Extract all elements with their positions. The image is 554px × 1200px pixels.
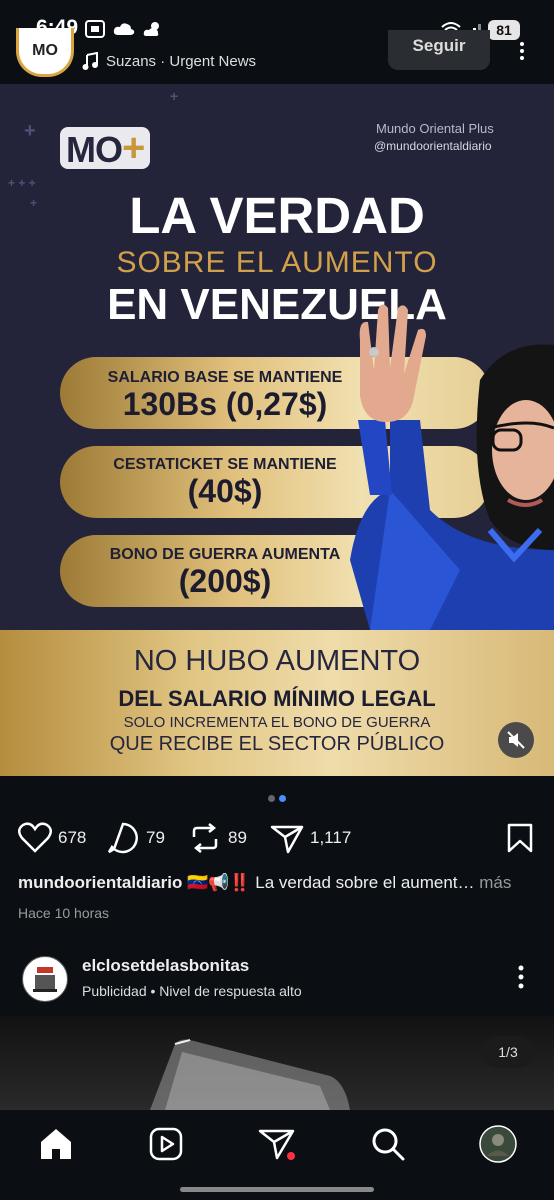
brand-logo-plus: + <box>122 126 146 170</box>
weather-icon <box>143 22 159 36</box>
post-timestamp: Hace 10 horas <box>18 905 110 921</box>
save-action[interactable] <box>506 818 534 858</box>
next-post-username[interactable]: elclosetdelasbonitas <box>82 956 249 976</box>
repost-icon <box>192 823 218 853</box>
audio-track[interactable]: Suzans · Urgent News <box>82 52 256 70</box>
comment-count: 79 <box>146 828 165 847</box>
repost-action[interactable]: 89 <box>188 818 247 858</box>
send-icon <box>270 825 304 854</box>
audio-track-label: Suzans · Urgent News <box>106 52 257 70</box>
next-post-avatar[interactable] <box>22 956 68 1002</box>
bookmark-icon <box>507 823 533 853</box>
next-post-media[interactable] <box>0 1016 554 1110</box>
like-count: 678 <box>58 828 87 847</box>
nav-search[interactable] <box>368 1124 408 1164</box>
avatar-text: MO <box>32 42 58 59</box>
decor-plus: + <box>170 88 179 104</box>
caption-text: 🇻🇪📢‼️ La verdad sobre el aument… <box>182 873 475 892</box>
music-note-icon <box>82 52 98 70</box>
nav-profile[interactable] <box>478 1124 518 1164</box>
nav-reels[interactable] <box>146 1124 186 1164</box>
banner-line-4: QUE RECIBE EL SECTOR PÚBLICO <box>109 733 445 755</box>
banner-line-3: SOLO INCREMENTA EL BONO DE GUERRA <box>123 714 431 731</box>
brand-handle: @mundoorientaldiario <box>374 139 492 153</box>
next-post-subtitle: Publicidad • Nivel de respuesta alto <box>82 983 302 999</box>
shop-logo-icon <box>33 967 57 992</box>
search-icon <box>372 1128 405 1161</box>
decor-plus: + <box>24 120 36 142</box>
product-photo <box>150 1039 350 1110</box>
banner-line-2: DEL SALARIO MÍNIMO LEGAL <box>118 686 436 711</box>
carousel-dot <box>268 795 275 802</box>
post-caption[interactable]: mundoorientaldiario 🇻🇪📢‼️ La verdad sobr… <box>18 873 538 893</box>
follow-button[interactable]: Seguir <box>388 30 490 70</box>
nav-direct[interactable] <box>257 1124 297 1164</box>
home-icon <box>41 1129 71 1159</box>
headline-2: SOBRE EL AUMENTO <box>116 246 438 279</box>
share-action[interactable]: 1,117 <box>270 818 351 858</box>
like-action[interactable]: 678 <box>18 818 86 858</box>
woman-waving-photo <box>350 304 554 630</box>
brand-name: Mundo Oriental Plus <box>376 121 494 136</box>
profile-avatar <box>479 1125 517 1163</box>
nav-home[interactable] <box>36 1124 76 1164</box>
brand-logo-text: MO <box>66 129 123 170</box>
cloud-icon <box>113 23 135 35</box>
mute-button[interactable] <box>498 722 534 758</box>
heart-icon <box>18 822 52 853</box>
follow-label: Seguir <box>412 36 466 55</box>
carousel-dot-active <box>279 795 286 802</box>
caption-more-link[interactable]: más <box>475 873 511 892</box>
comment-icon <box>107 822 138 854</box>
reels-icon <box>149 1127 183 1161</box>
caption-username[interactable]: mundoorientaldiario <box>18 873 182 892</box>
status-icons <box>84 18 164 40</box>
headline-1: LA VERDAD <box>129 187 425 244</box>
comment-action[interactable]: 79 <box>106 818 165 858</box>
direct-icon <box>258 1129 295 1160</box>
speaker-muted-icon <box>507 731 525 749</box>
banner-line-1: NO HUBO AUMENTO <box>133 645 421 677</box>
repost-count: 89 <box>228 828 247 847</box>
more-options-icon[interactable] <box>515 40 529 60</box>
home-indicator[interactable] <box>180 1187 374 1192</box>
more-options-icon[interactable] <box>514 964 528 990</box>
screenshot-icon <box>85 20 105 38</box>
battery-indicator: 81 <box>488 20 520 40</box>
media-counter: 1/3 <box>482 1036 534 1068</box>
share-count: 1,117 <box>310 828 352 847</box>
post-author-avatar[interactable]: MO <box>16 28 74 77</box>
